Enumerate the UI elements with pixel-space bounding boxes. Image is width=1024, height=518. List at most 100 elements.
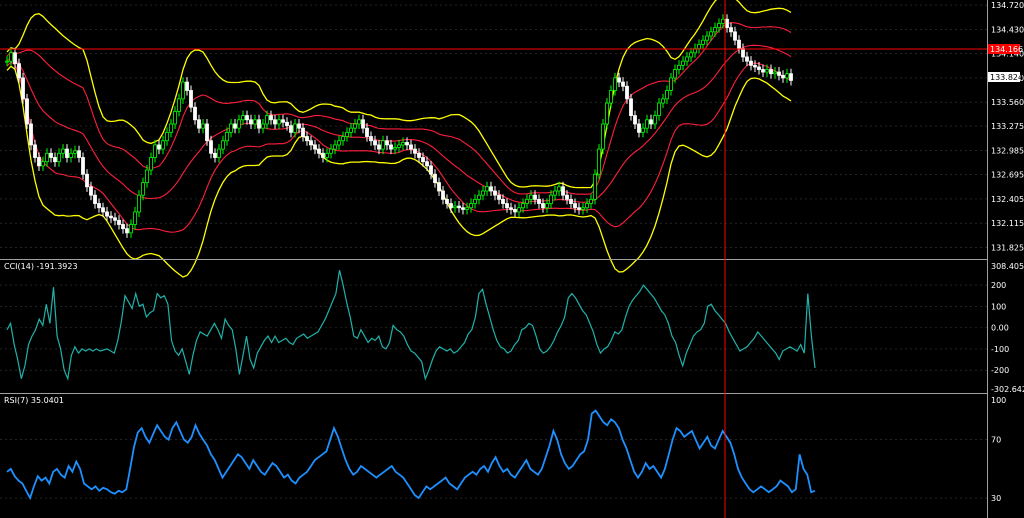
- candle-body: [5, 60, 9, 63]
- candle-body: [193, 106, 197, 121]
- candle-body: [725, 18, 729, 29]
- candle-body: [249, 119, 253, 125]
- candle-body: [121, 224, 125, 230]
- price-axis-label: 131.825: [991, 244, 1024, 253]
- candle-body: [553, 190, 557, 196]
- candle-body: [269, 115, 273, 121]
- candle-body: [89, 186, 93, 196]
- chart-terminal[interactable]: 134.720134.430134.140133.850133.560133.2…: [0, 0, 1024, 518]
- candle-body: [445, 198, 449, 204]
- candle-body: [737, 39, 741, 49]
- candle-body: [33, 144, 37, 158]
- rsi-indicator-panel[interactable]: 100 70 30 RSI(7) 35.0401: [0, 396, 1006, 503]
- candle-body: [237, 119, 241, 129]
- candle-body: [641, 127, 645, 133]
- candle-body: [293, 123, 297, 133]
- candle-body: [565, 194, 569, 200]
- candle-body: [97, 203, 101, 209]
- candle-body: [353, 123, 357, 129]
- candle-body: [665, 90, 669, 100]
- candle-body: [309, 140, 313, 146]
- candle-body: [589, 198, 593, 204]
- indicator-axis-label: -200: [991, 366, 1009, 375]
- candle-body: [25, 98, 29, 125]
- candle-body: [497, 194, 501, 200]
- candlestick-series: [5, 14, 793, 238]
- cci-title: CCI(14) -191.3923: [4, 262, 78, 271]
- candle-body: [389, 144, 393, 150]
- candle-body: [49, 152, 53, 158]
- candle-body: [649, 119, 653, 125]
- candle-body: [705, 35, 709, 41]
- candle-body: [409, 144, 413, 150]
- candle-body: [525, 198, 529, 204]
- candle-body: [429, 165, 433, 175]
- candle-body: [197, 119, 201, 129]
- candle-body: [521, 203, 525, 209]
- candle-body: [133, 211, 137, 225]
- candle-body: [325, 152, 329, 158]
- price-axis-label: 132.115: [991, 219, 1024, 228]
- candle-body: [781, 74, 785, 79]
- candle-body: [721, 18, 725, 24]
- candle-body: [81, 157, 85, 175]
- price-axis-label: 134.720: [991, 1, 1024, 10]
- candle-body: [757, 66, 761, 70]
- candle-body: [277, 119, 281, 125]
- price-axis-label: 133.560: [991, 98, 1024, 107]
- candle-body: [513, 209, 517, 213]
- candle-body: [253, 119, 257, 125]
- candle-body: [165, 131, 169, 142]
- candle-body: [201, 123, 205, 129]
- candle-body: [709, 31, 713, 37]
- candle-body: [69, 152, 73, 158]
- candle-body: [233, 123, 237, 129]
- rsi-axis: 100 70 30: [991, 396, 1006, 503]
- candle-body: [473, 198, 477, 204]
- candle-body: [297, 123, 301, 129]
- candle-body: [561, 186, 565, 196]
- candle-body: [465, 207, 469, 210]
- candle-body: [469, 203, 473, 209]
- candle-body: [349, 127, 353, 133]
- price-chart-panel[interactable]: 134.720134.430134.140133.850133.560133.2…: [0, 0, 1024, 278]
- candle-body: [405, 142, 409, 146]
- cci-line: [6, 270, 816, 381]
- bollinger-inner-bands: [6, 22, 792, 233]
- candle-body: [657, 102, 661, 116]
- candle-body: [117, 219, 121, 225]
- indicator-axis-label: 0.00: [991, 324, 1009, 333]
- candle-body: [369, 136, 373, 142]
- candle-body: [377, 144, 381, 150]
- candle-body: [517, 207, 521, 213]
- candle-body: [493, 190, 497, 196]
- horizontal-line-price-label: 134.166: [990, 45, 1023, 54]
- candle-body: [537, 198, 541, 204]
- cci-indicator-panel[interactable]: 308.4058 200 100 0.00 -100 -200 -302.6421 CCI(…: [0, 262, 1024, 394]
- candle-body: [217, 148, 221, 158]
- candle-body: [205, 123, 209, 142]
- candle-body: [9, 52, 13, 62]
- candle-body: [149, 157, 153, 171]
- candle-body: [185, 81, 189, 91]
- indicator-axis-label: 100: [991, 396, 1006, 405]
- candle-body: [109, 215, 113, 219]
- candle-body: [177, 98, 181, 112]
- candle-body: [381, 140, 385, 150]
- candle-body: [545, 203, 549, 209]
- candle-body: [329, 148, 333, 154]
- candle-body: [593, 173, 597, 200]
- candle-body: [161, 140, 165, 150]
- candle-body: [153, 144, 157, 158]
- candle-body: [173, 111, 177, 125]
- candle-body: [213, 152, 217, 158]
- candle-body: [93, 194, 97, 204]
- candle-body: [77, 150, 81, 158]
- price-axis-label: 132.405: [991, 195, 1024, 204]
- candle-body: [457, 205, 461, 209]
- candle-body: [633, 115, 637, 125]
- candle-body: [45, 152, 49, 163]
- candle-body: [761, 69, 765, 73]
- candle-body: [533, 194, 537, 200]
- candle-body: [605, 102, 609, 125]
